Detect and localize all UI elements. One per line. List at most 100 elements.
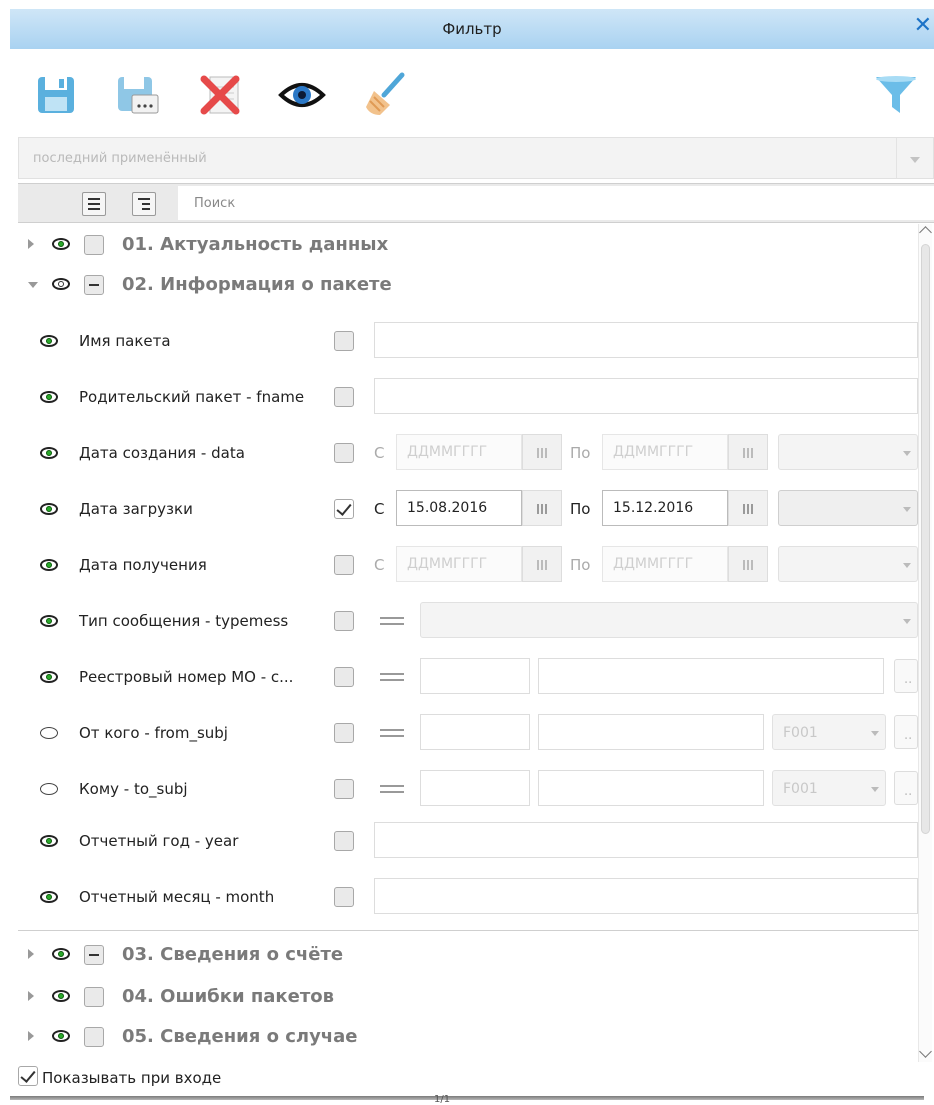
search-input[interactable]: Поиск [178, 186, 934, 220]
date-to-input[interactable]: ДДММГГГГ [602, 546, 728, 582]
preset-select[interactable]: последний применённый [18, 137, 934, 179]
visible-eye-icon[interactable] [40, 559, 58, 571]
from-subj-dictionary-select[interactable]: F001 [772, 714, 886, 750]
field-checkbox[interactable] [334, 611, 354, 631]
period-select[interactable] [778, 546, 918, 582]
browse-button[interactable]: .. [894, 659, 918, 693]
package-name-input[interactable] [374, 322, 918, 358]
visible-eye-icon[interactable] [40, 335, 58, 347]
visible-eye-icon[interactable] [40, 391, 58, 403]
field-checkbox[interactable] [334, 723, 354, 743]
section-checkbox[interactable] [84, 235, 104, 255]
visible-eye-icon[interactable] [40, 447, 58, 459]
preview-eye-icon[interactable] [278, 71, 326, 119]
browse-button[interactable]: .. [894, 771, 918, 805]
list-view-icon[interactable] [132, 192, 156, 216]
visible-eye-icon[interactable] [52, 948, 70, 960]
visible-eye-icon[interactable] [40, 671, 58, 683]
chevron-down-icon[interactable] [896, 138, 933, 178]
from-subj-name-input[interactable] [538, 714, 764, 750]
calendar-icon[interactable] [522, 434, 562, 470]
field-checkbox[interactable] [334, 779, 354, 799]
show-on-start-checkbox[interactable] [18, 1066, 38, 1086]
section-checkbox[interactable] [84, 987, 104, 1007]
visible-eye-icon[interactable] [40, 835, 58, 847]
delete-icon[interactable] [198, 71, 246, 119]
date-from-input[interactable]: ДДММГГГГ [396, 546, 522, 582]
equals-operator-icon[interactable] [380, 785, 404, 793]
row-to-subj: Кому - to_subj F001 .. [18, 766, 918, 812]
scroll-up-icon[interactable] [919, 226, 932, 239]
expand-arrow-icon[interactable] [28, 1031, 34, 1041]
parent-package-input[interactable] [374, 378, 918, 414]
visible-eye-icon[interactable] [52, 990, 70, 1002]
to-subj-code-input[interactable] [420, 770, 530, 806]
from-subj-code-input[interactable] [420, 714, 530, 750]
expand-arrow-icon[interactable] [28, 991, 34, 1001]
equals-operator-icon[interactable] [380, 617, 404, 625]
field-label: Тип сообщения - typemess [79, 612, 289, 630]
date-to-input[interactable]: ДДММГГГГ [602, 434, 728, 470]
expand-arrow-icon[interactable] [28, 239, 34, 249]
scroll-thumb[interactable] [921, 244, 930, 834]
visible-eye-icon[interactable] [52, 238, 70, 250]
visible-eye-icon[interactable] [40, 615, 58, 627]
save-icon[interactable] [34, 71, 82, 119]
calendar-icon[interactable] [728, 490, 768, 526]
period-select[interactable] [778, 490, 918, 526]
section-checkbox[interactable] [84, 1027, 104, 1047]
calendar-icon[interactable] [522, 490, 562, 526]
equals-operator-icon[interactable] [380, 673, 404, 681]
message-type-select[interactable] [420, 602, 918, 638]
collapse-arrow-icon[interactable] [28, 282, 38, 288]
visible-eye-icon[interactable] [52, 1030, 70, 1042]
vertical-scrollbar[interactable] [918, 224, 932, 1062]
field-checkbox[interactable] [334, 443, 354, 463]
field-checkbox[interactable] [334, 831, 354, 851]
field-checkbox[interactable] [334, 387, 354, 407]
section-checkbox[interactable] [84, 945, 104, 965]
expand-arrow-icon[interactable] [28, 949, 34, 959]
visible-eye-icon[interactable] [40, 891, 58, 903]
section-02[interactable]: 02. Информация о пакете [18, 266, 918, 302]
field-checkbox[interactable] [334, 555, 354, 575]
clear-broom-icon[interactable] [360, 71, 408, 119]
section-01[interactable]: 01. Актуальность данных [18, 226, 918, 262]
registry-name-input[interactable] [538, 658, 884, 694]
field-checkbox[interactable] [334, 499, 354, 519]
calendar-icon[interactable] [728, 434, 768, 470]
hidden-eye-icon[interactable] [40, 783, 58, 795]
calendar-icon[interactable] [522, 546, 562, 582]
calendar-icon[interactable] [728, 546, 768, 582]
section-05[interactable]: 05. Сведения о случае [18, 1018, 918, 1054]
date-to-input[interactable]: 15.12.2016 [602, 490, 728, 526]
report-month-input[interactable] [374, 878, 918, 914]
section-checkbox[interactable] [84, 275, 104, 295]
save-as-icon[interactable] [114, 71, 162, 119]
visible-eye-icon[interactable] [40, 503, 58, 515]
from-label: С [374, 444, 385, 462]
to-subj-dictionary-select[interactable]: F001 [772, 770, 886, 806]
show-on-start-label: Показывать при входе [42, 1069, 222, 1087]
field-label: От кого - from_subj [79, 724, 228, 742]
registry-code-input[interactable] [420, 658, 530, 694]
row-load-date: Дата загрузки С 15.08.2016 По 15.12.2016 [18, 486, 918, 532]
field-checkbox[interactable] [334, 331, 354, 351]
filter-funnel-icon[interactable] [872, 71, 920, 119]
hidden-eye-icon[interactable] [40, 727, 58, 739]
close-icon[interactable]: ✕ [914, 15, 932, 37]
date-from-input[interactable]: 15.08.2016 [396, 490, 522, 526]
date-from-input[interactable]: ДДММГГГГ [396, 434, 522, 470]
field-checkbox[interactable] [334, 887, 354, 907]
section-04[interactable]: 04. Ошибки пакетов [18, 978, 918, 1014]
scroll-down-icon[interactable] [919, 1045, 932, 1058]
section-03[interactable]: 03. Сведения о счёте [18, 936, 918, 972]
partial-eye-icon[interactable] [52, 278, 70, 290]
field-checkbox[interactable] [334, 667, 354, 687]
equals-operator-icon[interactable] [380, 729, 404, 737]
report-year-input[interactable] [374, 822, 918, 858]
to-subj-name-input[interactable] [538, 770, 764, 806]
period-select[interactable] [778, 434, 918, 470]
tree-view-icon[interactable] [82, 192, 106, 216]
browse-button[interactable]: .. [894, 715, 918, 749]
